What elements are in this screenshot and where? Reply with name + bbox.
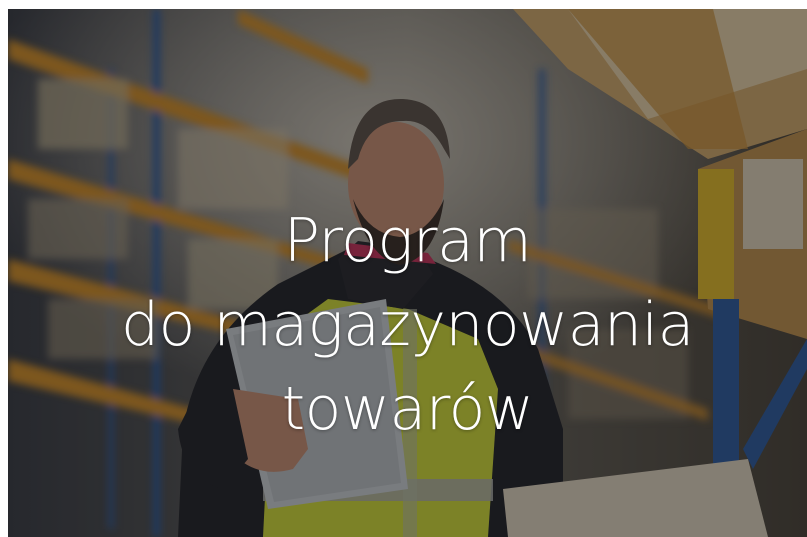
hero-title-line-2: do magazynowania — [121, 290, 694, 361]
hero-banner: Program do magazynowania towarów — [8, 9, 807, 537]
hero-title-line-1: Program — [283, 206, 532, 277]
hero-title-line-3: towarów — [281, 374, 534, 445]
hero-title: Program do magazynowania towarów — [8, 199, 807, 451]
